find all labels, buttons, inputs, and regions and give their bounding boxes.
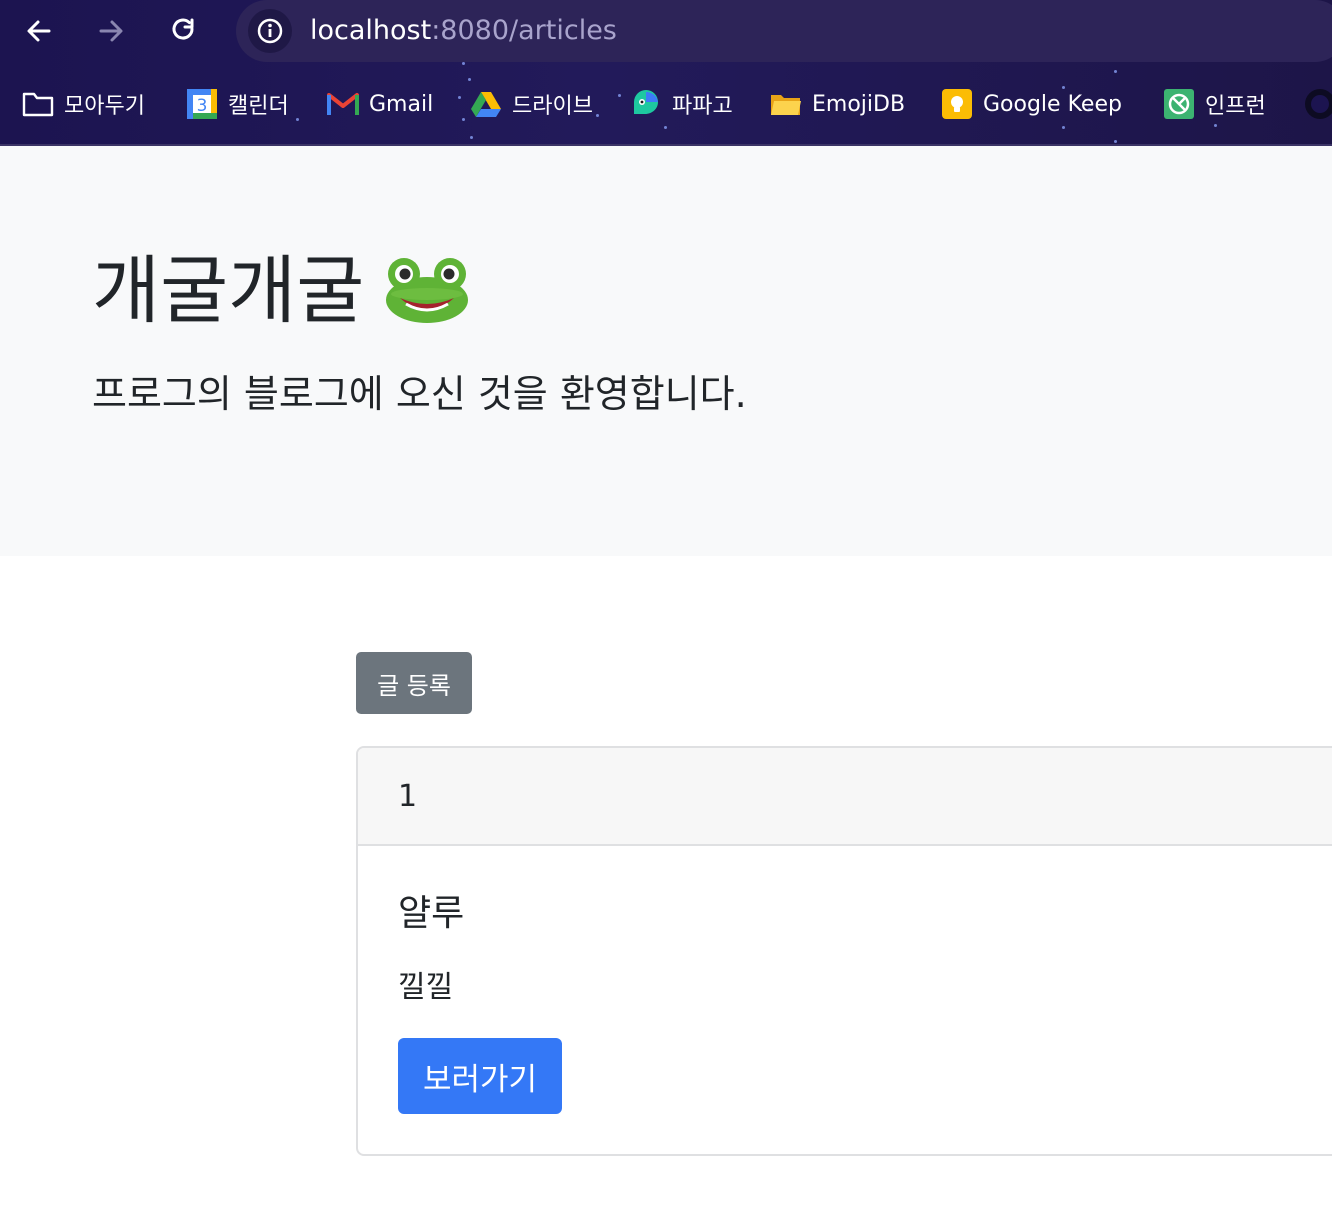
bookmark-github[interactable] — [1304, 84, 1332, 124]
new-post-button[interactable]: 글 등록 — [356, 652, 472, 714]
arrow-right-icon — [99, 20, 123, 42]
page-title: 개굴개굴 — [92, 248, 365, 334]
google-calendar-icon: 3 — [186, 88, 218, 120]
folder-icon — [22, 88, 54, 120]
reload-button[interactable] — [163, 10, 205, 52]
article-id: 1 — [398, 778, 418, 814]
folder-yellow-icon — [770, 88, 802, 120]
arrow-left-icon — [27, 20, 51, 42]
bookmark-label: Google Keep — [983, 91, 1122, 117]
url-path: :8080/articles — [431, 15, 617, 46]
bookmark-google-keep[interactable]: Google Keep — [941, 84, 1122, 124]
bookmark-label: 모아두기 — [64, 94, 145, 119]
article-content: 낄낄 — [398, 970, 454, 1005]
reload-icon — [172, 18, 194, 40]
bookmark-gmail[interactable]: Gmail — [327, 84, 433, 124]
bookmark-label: EmojiDB — [812, 91, 906, 117]
hero-jumbotron: 개굴개굴 프로그의 블로그에 오신 것을 환영합니다. — [0, 146, 1332, 556]
article-title: 얄루 — [398, 893, 465, 934]
url-text[interactable]: localhost:8080/articles — [310, 14, 617, 48]
google-drive-icon — [470, 88, 502, 120]
back-button[interactable] — [18, 10, 60, 52]
frog-emoji-icon — [386, 258, 468, 323]
bookmark-inflearn[interactable]: 인프런 — [1163, 84, 1266, 124]
bookmark-label: 파파고 — [672, 94, 733, 119]
google-keep-icon — [941, 88, 973, 120]
article-card: 1 얄루 낄낄 보러가기 — [356, 746, 1332, 1156]
bookmark-calendar[interactable]: 3 캘린더 — [186, 84, 289, 124]
bookmark-drive[interactable]: 드라이브 — [470, 84, 593, 124]
info-icon — [257, 18, 283, 44]
svg-text:3: 3 — [197, 96, 208, 116]
bookmark-papago[interactable]: 파파고 — [630, 84, 733, 124]
view-article-button[interactable]: 보러가기 — [398, 1038, 562, 1114]
bookmark-folder-moadugi[interactable]: 모아두기 — [22, 84, 145, 124]
papago-icon — [630, 88, 662, 120]
bookmark-label: Gmail — [369, 91, 434, 117]
bookmark-label: 캘린더 — [228, 94, 289, 119]
inflearn-icon — [1163, 88, 1195, 120]
bookmark-label: 인프런 — [1205, 94, 1266, 119]
bookmark-emojidb[interactable]: EmojiDB — [770, 84, 905, 124]
page-subtitle: 프로그의 블로그에 오신 것을 환영합니다. — [92, 372, 747, 416]
site-info-button[interactable] — [248, 9, 292, 53]
browser-chrome: localhost:8080/articles 모아두기 3 캘린더 Gmail… — [0, 0, 1332, 146]
bookmark-label: 드라이브 — [512, 94, 593, 119]
github-icon — [1304, 88, 1332, 120]
url-host: localhost — [310, 15, 432, 46]
forward-button[interactable] — [90, 10, 132, 52]
gmail-icon — [327, 88, 359, 120]
card-header: 1 — [358, 748, 1332, 846]
